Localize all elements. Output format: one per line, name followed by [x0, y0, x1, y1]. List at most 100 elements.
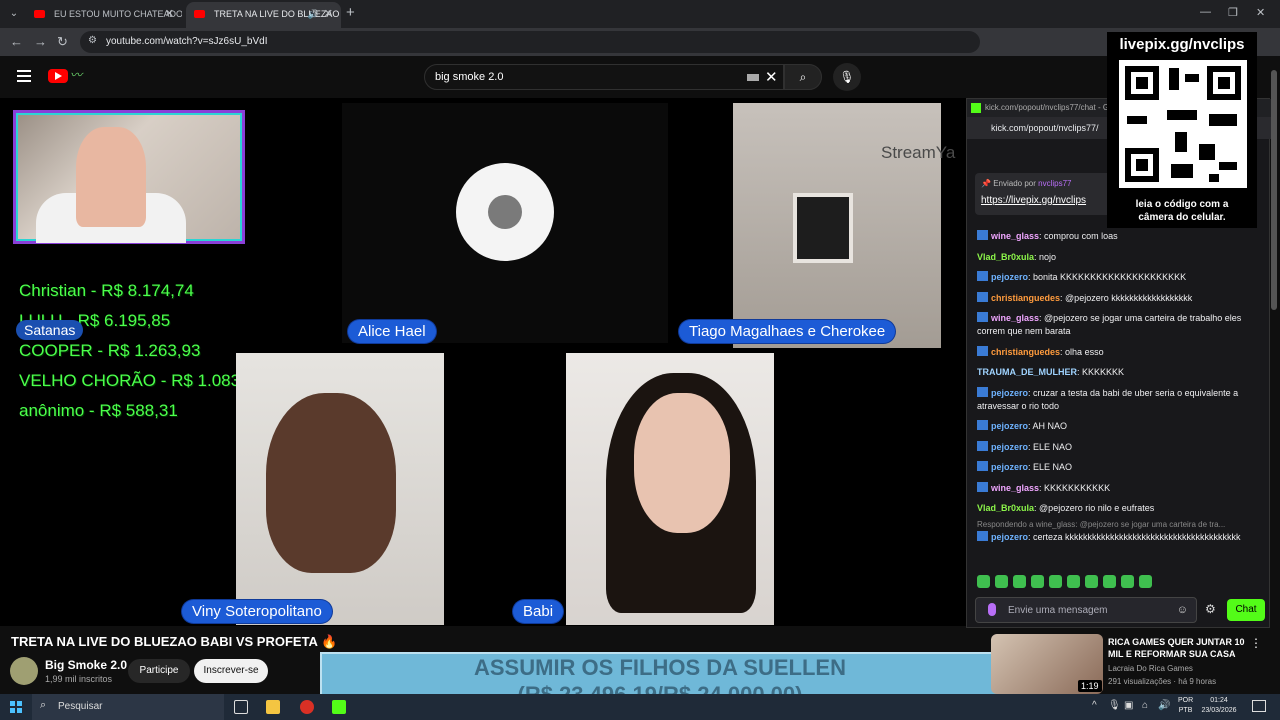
chat-username[interactable]: Vlad_Br0xula [977, 503, 1034, 513]
url-field[interactable]: ⚙ youtube.com/watch?v=sJz6sU_bVdI [80, 31, 980, 53]
microphone-icon[interactable] [988, 603, 996, 616]
minimize-icon[interactable]: — [1200, 6, 1211, 18]
language-indicator[interactable]: POR PTB [1178, 696, 1193, 716]
chat-username[interactable]: pejozero [991, 421, 1028, 431]
qr-finder-pattern [1207, 66, 1241, 100]
close-tab-icon[interactable]: ✕ [165, 2, 174, 26]
more-options-icon[interactable]: ⋮ [1250, 636, 1262, 650]
search-input[interactable]: big smoke 2.0 ✕ [424, 64, 784, 90]
tab-search-icon[interactable]: ⌄ [6, 6, 22, 22]
menu-icon[interactable] [17, 70, 31, 82]
chat-username[interactable]: wine_glass [991, 483, 1039, 493]
chat-settings-icon[interactable]: ⚙ [1205, 602, 1216, 616]
clock[interactable]: 01:24 23/03/2026 [1200, 696, 1238, 716]
recommended-meta: 291 visualizações · há 9 horas [1108, 677, 1217, 686]
streamyard-watermark: StreamYa [881, 143, 956, 162]
chat-username[interactable]: christianguedes [991, 293, 1060, 303]
donor-list: Christian - R$ 8.174,74 LULU - R$ 6.195,… [19, 276, 264, 426]
chat-username[interactable]: pejozero [991, 388, 1028, 398]
speaker-icon[interactable]: 🔊 [308, 2, 319, 26]
emote-icon[interactable] [977, 575, 990, 588]
chat-username[interactable]: Vlad_Br0xula [977, 252, 1034, 262]
task-view-icon[interactable] [234, 700, 248, 714]
emote-icon[interactable] [1103, 575, 1116, 588]
participant-face [266, 393, 396, 573]
maximize-icon[interactable]: ❐ [1228, 6, 1238, 19]
voice-search-button[interactable]: 🎙 [833, 63, 861, 91]
chat-username[interactable]: christianguedes [991, 347, 1060, 357]
video-player[interactable]: Christian - R$ 8.174,74 LULU - R$ 6.195,… [0, 98, 966, 626]
chat-username[interactable]: TRAUMA_DE_MULHER [977, 367, 1077, 377]
chat-username[interactable]: pejozero [991, 462, 1028, 472]
emote-icon[interactable] [995, 575, 1008, 588]
subscriber-badge-icon [977, 530, 988, 541]
emote-icon[interactable] [1031, 575, 1044, 588]
chat-username[interactable]: wine_glass [991, 231, 1039, 241]
recommended-title[interactable]: RICA GAMES QUER JUNTAR 10 MIL E REFORMAR… [1108, 636, 1248, 660]
browser-tab-2[interactable]: TRETA NA LIVE DO BLUEZAO 🔊 ✕ [186, 2, 341, 28]
chat-window-title: kick.com/popout/nvclips77/chat - G [985, 103, 1110, 112]
participant-tile-tiago: StreamYa [733, 103, 955, 348]
search-value: big smoke 2.0 [435, 71, 504, 83]
forward-icon[interactable]: → [34, 34, 47, 49]
taskbar-search-placeholder: Pesquisar [58, 701, 103, 712]
back-icon[interactable]: ← [10, 34, 23, 49]
new-tab-icon[interactable]: + [346, 4, 355, 21]
subscriber-badge-icon [977, 440, 988, 451]
notification-icon[interactable] [1252, 700, 1266, 712]
channel-avatar[interactable] [10, 657, 38, 685]
keyboard-icon[interactable] [747, 74, 759, 81]
file-explorer-icon[interactable] [266, 700, 280, 714]
chat-username[interactable]: wine_glass [991, 313, 1039, 323]
emote-icon[interactable] [1139, 575, 1152, 588]
tray-arrow-icon[interactable]: ^ [1092, 700, 1097, 711]
volume-icon[interactable]: 🔊 [1158, 700, 1170, 711]
clear-search-icon[interactable]: ✕ [765, 68, 778, 86]
site-info-icon[interactable]: ⚙ [88, 35, 97, 46]
emote-icon[interactable] [1067, 575, 1080, 588]
join-button[interactable]: Participe [128, 659, 190, 683]
youtube-header: 〰 big smoke 2.0 ✕ ⌕ 🎙 [0, 56, 1280, 98]
recommended-video[interactable]: 1:19 RICA GAMES QUER JUNTAR 10 MIL E REF… [990, 634, 1280, 694]
network-icon[interactable]: ⌂ [1142, 700, 1148, 711]
page-scrollbar[interactable] [1271, 70, 1277, 310]
microphone-tray-icon[interactable]: 🎙 [1108, 700, 1121, 711]
pinned-username[interactable]: nvclips77 [1038, 179, 1071, 188]
reload-icon[interactable]: ↻ [57, 34, 68, 50]
taskbar-search[interactable]: ⌕ Pesquisar [32, 694, 224, 720]
channel-name[interactable]: Big Smoke 2.0 [45, 658, 127, 672]
chrome-icon[interactable] [300, 700, 314, 714]
emoji-icon[interactable]: ☺ [1177, 604, 1188, 616]
chat-input-placeholder: Envie uma mensagem [1008, 605, 1108, 616]
microphone-icon: 🎙 [839, 70, 855, 84]
emote-icon[interactable] [1085, 575, 1098, 588]
app-icon[interactable] [332, 700, 346, 714]
video-duration: 1:19 [1078, 680, 1102, 692]
send-chat-button[interactable]: Chat [1227, 599, 1265, 621]
subscriber-badge-icon [977, 230, 988, 240]
start-icon[interactable] [10, 701, 22, 713]
participant-name: Tiago Magalhaes e Cherokee [679, 320, 896, 343]
qr-module [1209, 114, 1237, 126]
subscribe-button[interactable]: Inscrever-se [194, 659, 268, 683]
pinned-sender: 📌 Enviado por nvclips77 [981, 179, 1072, 188]
emote-icon[interactable] [1013, 575, 1026, 588]
search-button[interactable]: ⌕ [784, 64, 822, 90]
pinned-link[interactable]: https://livepix.gg/nvclips [981, 195, 1086, 206]
chat-username[interactable]: pejozero [991, 442, 1028, 452]
browser-tab-1[interactable]: EU ESTOU MUITO CHATEADO ! ✕ [26, 2, 182, 28]
recommended-channel[interactable]: Lacraia Do Rica Games [1108, 664, 1193, 673]
close-window-icon[interactable]: ✕ [1256, 6, 1265, 19]
youtube-logo-icon[interactable] [48, 69, 68, 83]
chat-username[interactable]: pejozero [991, 272, 1028, 282]
clock-date: 23/03/2026 [1201, 707, 1237, 714]
close-tab-icon[interactable]: ✕ [324, 2, 333, 26]
qr-module [1169, 68, 1179, 90]
tray-app-icon[interactable]: ▣ [1124, 700, 1133, 711]
chat-message-input[interactable]: Envie uma mensagem ☺ [975, 597, 1197, 623]
emote-icon[interactable] [1049, 575, 1062, 588]
doodle-logo-icon[interactable]: 〰 [70, 66, 108, 86]
chat-username[interactable]: pejozero [991, 532, 1028, 542]
emote-icon[interactable] [1121, 575, 1134, 588]
participant-name: Viny Soteropolitano [182, 600, 332, 623]
